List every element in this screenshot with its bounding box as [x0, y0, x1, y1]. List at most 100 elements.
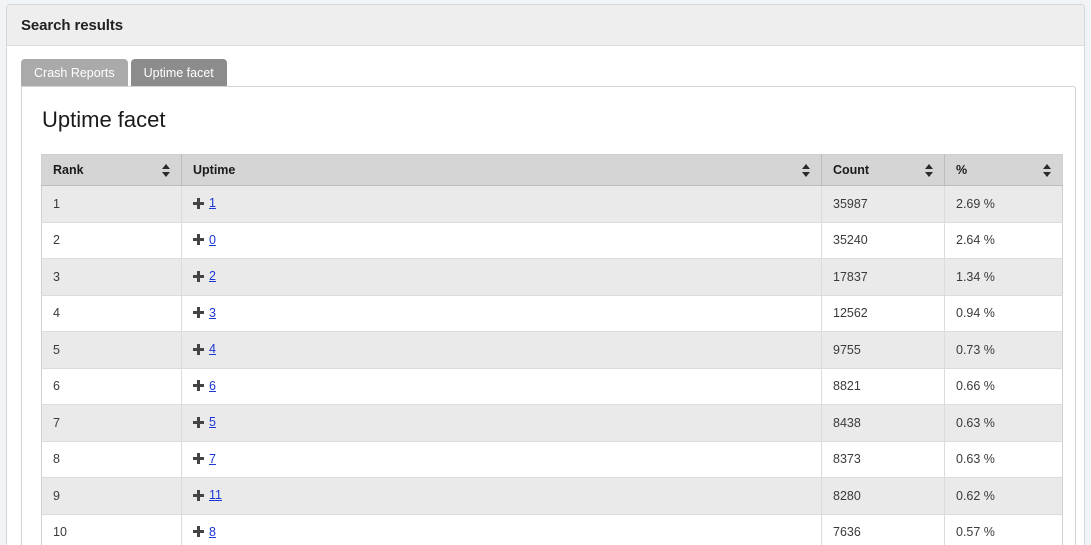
cell-count: 35987	[821, 185, 945, 223]
cell-count: 8821	[821, 368, 945, 406]
cell-uptime: 6	[181, 368, 822, 406]
plus-icon[interactable]	[193, 307, 204, 319]
uptime-value-link[interactable]: 5	[209, 415, 216, 429]
plus-icon[interactable]	[193, 489, 204, 501]
cell-count: 8438	[821, 404, 945, 442]
cell-rank: 7	[41, 404, 182, 442]
plus-icon[interactable]	[193, 197, 204, 209]
table-row: 10 8 7636 0.57 %	[41, 514, 1063, 545]
cell-uptime: 3	[181, 295, 822, 333]
cell-rank: 6	[41, 368, 182, 406]
cell-uptime: 7	[181, 441, 822, 479]
column-header-rank-label: Rank	[53, 163, 84, 178]
table-row: 3 2 17837 1.34 %	[41, 258, 1063, 296]
cell-count: 9755	[821, 331, 945, 369]
column-header-uptime-label: Uptime	[193, 163, 236, 178]
uptime-value-link[interactable]: 0	[209, 233, 216, 247]
cell-percent: 1.34 %	[944, 258, 1063, 296]
cell-uptime: 0	[181, 222, 822, 260]
uptime-cell-content: 5	[193, 415, 216, 429]
tab-crash-reports[interactable]: Crash Reports	[21, 59, 128, 86]
cell-percent: 2.64 %	[944, 222, 1063, 260]
table-row: 4 3 12562 0.94 %	[41, 295, 1063, 333]
uptime-cell-content: 4	[193, 342, 216, 356]
page-title: Search results	[21, 16, 123, 34]
panel-body: Crash Reports Uptime facet Uptime facet	[7, 46, 1084, 545]
cell-uptime: 1	[181, 185, 822, 223]
column-header-percent[interactable]: %	[944, 154, 1063, 187]
cell-percent: 0.62 %	[944, 477, 1063, 515]
sort-updown-icon[interactable]	[925, 163, 934, 177]
uptime-value-link[interactable]: 4	[209, 342, 216, 356]
cell-rank: 2	[41, 222, 182, 260]
cell-uptime: 4	[181, 331, 822, 369]
app-screen: Search results Crash Reports Uptime face…	[0, 0, 1091, 545]
cell-rank: 1	[41, 185, 182, 223]
uptime-value-link[interactable]: 1	[209, 196, 216, 210]
uptime-cell-content: 1	[193, 196, 216, 210]
cell-count: 17837	[821, 258, 945, 296]
cell-percent: 0.63 %	[944, 441, 1063, 479]
sort-updown-icon[interactable]	[162, 163, 171, 177]
panel-header: Search results	[7, 5, 1084, 46]
sort-updown-icon[interactable]	[1043, 163, 1052, 177]
uptime-cell-content: 3	[193, 306, 216, 320]
uptime-value-link[interactable]: 7	[209, 452, 216, 466]
plus-icon[interactable]	[193, 416, 204, 428]
uptime-cell-content: 7	[193, 452, 216, 466]
plus-icon[interactable]	[193, 234, 204, 246]
table-row: 7 5 8438 0.63 %	[41, 404, 1063, 442]
cell-percent: 0.94 %	[944, 295, 1063, 333]
cell-percent: 0.73 %	[944, 331, 1063, 369]
cell-percent: 0.66 %	[944, 368, 1063, 406]
uptime-cell-content: 8	[193, 525, 216, 539]
column-header-count[interactable]: Count	[821, 154, 945, 187]
plus-icon[interactable]	[193, 453, 204, 465]
column-header-uptime[interactable]: Uptime	[181, 154, 822, 187]
uptime-facet-table: Rank Uptime Count % 1 1 35987 2.69 % 2 0…	[41, 154, 1063, 545]
uptime-cell-content: 2	[193, 269, 216, 283]
column-header-rank[interactable]: Rank	[41, 154, 182, 187]
uptime-value-link[interactable]: 3	[209, 306, 216, 320]
cell-uptime: 8	[181, 514, 822, 545]
uptime-value-link[interactable]: 2	[209, 269, 216, 283]
sort-updown-icon[interactable]	[802, 163, 811, 177]
tab-uptime-facet-label: Uptime facet	[143, 65, 214, 80]
table-row: 8 7 8373 0.63 %	[41, 441, 1063, 479]
table-row: 5 4 9755 0.73 %	[41, 331, 1063, 369]
cell-rank: 8	[41, 441, 182, 479]
uptime-value-link[interactable]: 6	[209, 379, 216, 393]
tab-crash-reports-label: Crash Reports	[34, 65, 115, 80]
table-header-row: Rank Uptime Count %	[41, 154, 1063, 187]
cell-rank: 3	[41, 258, 182, 296]
cell-uptime: 5	[181, 404, 822, 442]
tab-bar: Crash Reports Uptime facet	[7, 57, 1084, 86]
cell-rank: 5	[41, 331, 182, 369]
cell-rank: 10	[41, 514, 182, 545]
facet-title: Uptime facet	[42, 107, 166, 132]
cell-count: 8373	[821, 441, 945, 479]
table-row: 9 11 8280 0.62 %	[41, 477, 1063, 515]
cell-count: 12562	[821, 295, 945, 333]
uptime-cell-content: 6	[193, 379, 216, 393]
plus-icon[interactable]	[193, 380, 204, 392]
plus-icon[interactable]	[193, 270, 204, 282]
plus-icon[interactable]	[193, 343, 204, 355]
uptime-value-link[interactable]: 8	[209, 525, 216, 539]
uptime-value-link[interactable]: 11	[209, 488, 222, 502]
table-row: 1 1 35987 2.69 %	[41, 185, 1063, 223]
uptime-cell-content: 11	[193, 488, 222, 502]
cell-count: 8280	[821, 477, 945, 515]
column-header-percent-label: %	[956, 163, 968, 178]
cell-uptime: 11	[181, 477, 822, 515]
plus-icon[interactable]	[193, 526, 204, 538]
column-header-count-label: Count	[833, 163, 870, 178]
cell-percent: 0.57 %	[944, 514, 1063, 545]
cell-percent: 2.69 %	[944, 185, 1063, 223]
cell-rank: 4	[41, 295, 182, 333]
table-row: 6 6 8821 0.66 %	[41, 368, 1063, 406]
cell-uptime: 2	[181, 258, 822, 296]
cell-percent: 0.63 %	[944, 404, 1063, 442]
tab-uptime-facet[interactable]: Uptime facet	[130, 59, 227, 86]
uptime-facet-tab-panel: Uptime facet Rank Uptime Count % 1 1 359…	[21, 86, 1076, 545]
